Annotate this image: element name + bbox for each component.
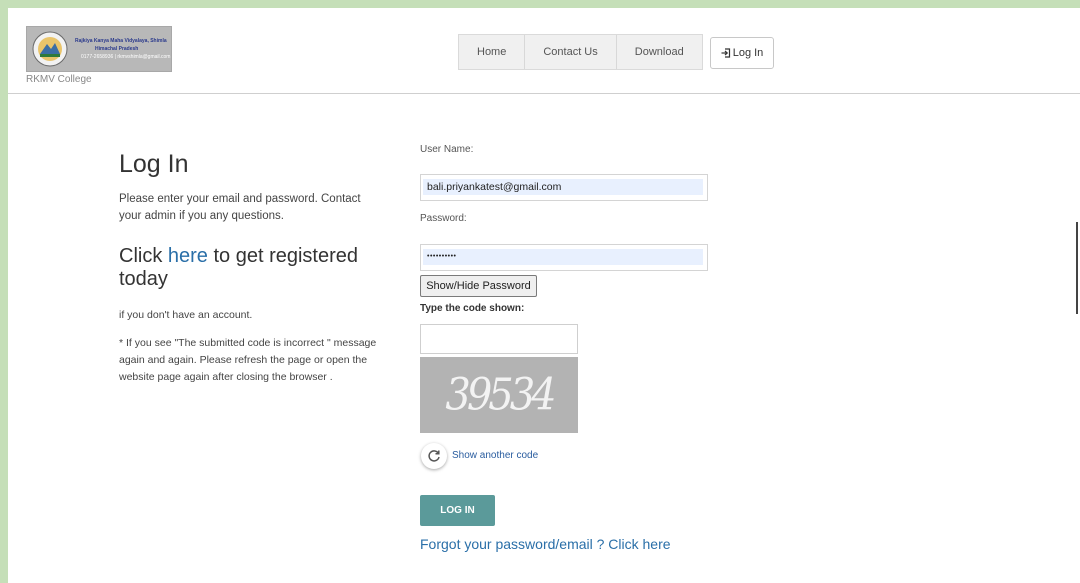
college-emblem-icon <box>31 30 69 68</box>
login-icon <box>721 48 730 58</box>
username-field[interactable]: bali.priyankatest@gmail.com <box>420 174 708 201</box>
password-label: Password: <box>420 213 467 224</box>
refresh-captcha-icon[interactable] <box>421 443 447 469</box>
register-prompt: Click here to get registered today <box>119 245 379 291</box>
captcha-text: 39534 <box>445 369 556 421</box>
header-login-button[interactable]: Log In <box>710 37 774 69</box>
logo-line-2: Himachal Pradesh <box>95 46 139 52</box>
captcha-note: * If you see "The submitted code is inco… <box>119 337 377 383</box>
forgot-password-link[interactable]: Forgot your password/email ? Click here <box>420 536 671 552</box>
captcha-code-input[interactable] <box>420 324 578 354</box>
show-hide-password-button[interactable]: Show/Hide Password <box>420 275 537 297</box>
captcha-image: 39534 <box>420 357 578 433</box>
register-prefix: Click <box>119 245 168 267</box>
password-value: •••••••••• <box>423 249 703 265</box>
nav-item-contact-us[interactable]: Contact Us <box>525 35 617 69</box>
login-instructions: Please enter your email and password. Co… <box>119 193 361 222</box>
college-name: RKMV College <box>26 74 92 85</box>
username-label: User Name: <box>420 144 474 155</box>
username-value: bali.priyankatest@gmail.com <box>423 179 703 195</box>
show-another-code-link[interactable]: Show another code <box>452 450 538 461</box>
login-submit-button[interactable]: LOG IN <box>420 495 495 526</box>
header-login-label: Log In <box>732 47 764 59</box>
scrollbar-edge <box>1076 222 1078 314</box>
main-nav: Home Contact Us Download <box>458 34 703 70</box>
logo-line-1: Rajkiya Kanya Maha Vidyalaya, Shimla <box>75 38 167 44</box>
logo-line-3: 0177-2658936 | rkmvshimla@gmail.com <box>81 54 171 60</box>
no-account-text: if you don't have an account. <box>119 309 253 321</box>
register-link[interactable]: here <box>168 245 208 267</box>
site-header: Rajkiya Kanya Maha Vidyalaya, Shimla Him… <box>8 16 1080 94</box>
captcha-code-label: Type the code shown: <box>420 303 525 314</box>
page-title: Log In <box>119 150 189 178</box>
password-field[interactable]: •••••••••• <box>420 244 708 271</box>
nav-item-download[interactable]: Download <box>617 35 702 69</box>
login-info-panel: Log In Please enter your email and passw… <box>119 150 399 386</box>
college-logo[interactable]: Rajkiya Kanya Maha Vidyalaya, Shimla Him… <box>26 26 172 72</box>
nav-item-home[interactable]: Home <box>459 35 526 69</box>
logo-text: Rajkiya Kanya Maha Vidyalaya, Shimla Him… <box>75 38 170 60</box>
